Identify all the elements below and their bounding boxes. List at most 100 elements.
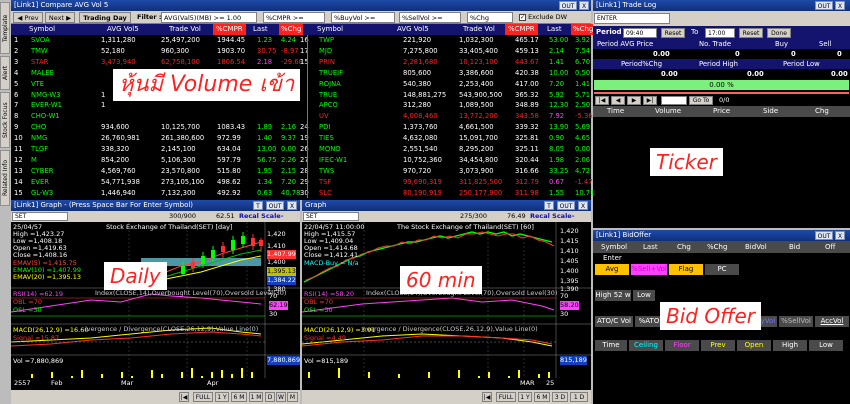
table-row[interactable]: 2 TMW 52,180 960,300 1903.70 30.75 -8.97 17 MJD 7… — [11, 45, 591, 57]
avg-vol-cell: 1,311,280 — [101, 36, 136, 44]
nav-d-left[interactable]: D — [265, 392, 275, 402]
table-row[interactable]: 10 NMG 26,760,981 261,380,600 972.99 1.40 9.37… — [11, 133, 591, 144]
col-cmpr-right[interactable]: %CMPR — [505, 24, 538, 35]
last-cell-right: 7.20 — [549, 79, 565, 88]
sidebar-tab-template[interactable]: Template — [0, 2, 10, 54]
col-last[interactable]: Last — [253, 24, 268, 35]
graph-left-t-button[interactable]: T — [253, 201, 263, 210]
col-symbol[interactable]: Symbol — [29, 24, 55, 35]
nav-1y-left[interactable]: 1 Y — [215, 392, 229, 402]
last-cell: 1.89 — [257, 123, 273, 132]
filter-expression-input[interactable]: AVG(Val5)(MB) >= 1.00 — [161, 12, 257, 23]
chg-filter-input[interactable]: %Chg — [467, 12, 513, 23]
trade-log-symbol-input[interactable]: ENTER — [594, 13, 670, 24]
col-trade-vol-right[interactable]: Trade Vol — [463, 24, 495, 35]
trade-vol-cell-right: 4,661,500 — [459, 123, 494, 132]
next-button[interactable]: Next ▶ — [45, 12, 75, 23]
table-row[interactable]: 9 CHO 934,600 10,125,700 1083.43 1.89 2.16 24 PD… — [11, 122, 591, 133]
chg-cell: -8.97 — [281, 46, 299, 55]
prev-button[interactable]: ◀ Prev — [13, 12, 43, 23]
trade-log-titlebar: [Link1] Trade Log OUT X — [593, 0, 850, 11]
trade-log-close-button[interactable]: X — [835, 1, 845, 10]
reset-from-button[interactable]: Reset — [661, 28, 685, 38]
table-row[interactable]: 3 STAR 3,473,940 62,758,100 1806.54 2.18 -29.6… — [11, 56, 591, 68]
buyvol-filter-input[interactable]: %BuyVol >= — [331, 12, 395, 23]
goto-button[interactable]: Go To — [689, 96, 713, 105]
nav-1m-left[interactable]: 1 M — [249, 392, 263, 402]
nav-m-left[interactable]: M — [287, 392, 298, 402]
nav-6m-mid[interactable]: 6 M — [534, 392, 550, 402]
table-row[interactable]: 15 GL-W3 1,446,940 7,132,300 492.92 0.63 40.78… — [11, 187, 594, 199]
prev-page-button[interactable]: ◀ — [611, 96, 625, 105]
symbol-cell-right: UV — [319, 112, 329, 121]
last-page-button[interactable]: ▶| — [643, 96, 657, 105]
graph-left-symbol-input[interactable]: SET — [12, 212, 68, 221]
sidebar-tab-alert[interactable]: Alert — [0, 56, 10, 90]
period-from-input[interactable]: 09:40 — [623, 28, 657, 38]
graph-mid-toolbar: SET 275/300 76.49 Recal Scale-Linear — [302, 211, 591, 231]
graph-mid-t-button[interactable]: T — [544, 201, 554, 210]
table-row[interactable]: 5 VTE ROJNA 540,380 2,253,400 417.00 7.20 1.41 — [11, 78, 591, 90]
col-chg[interactable]: %Chg — [279, 24, 304, 35]
first-page-button[interactable]: |◀ — [595, 96, 609, 105]
graph-mid-symbol-input[interactable]: SET — [303, 212, 359, 221]
nav-first-left[interactable]: |◀ — [179, 392, 189, 402]
page-number-input[interactable] — [661, 96, 687, 105]
chg-cell-right: 0.50 — [575, 68, 591, 77]
nav-first-mid[interactable]: |◀ — [482, 392, 492, 402]
row-index: 7 — [14, 101, 19, 110]
table-row[interactable]: 12 M 854,200 5,106,300 597.79 56.75 2.26 27 IFEC… — [11, 154, 591, 166]
nav-full-left[interactable]: FULL — [193, 392, 213, 402]
cmpr-filter-input[interactable]: %CMPR >= — [263, 12, 325, 23]
nav-1d-mid[interactable]: 1 D — [570, 392, 588, 402]
graph-mid-out-button[interactable]: OUT — [557, 201, 575, 210]
col-avg-vol5-right[interactable]: AVG Vol5 — [397, 24, 429, 35]
sidebar-tab-stock-focus[interactable]: Stock Focus — [0, 92, 10, 148]
graph-mid-close-button[interactable]: X — [578, 201, 588, 210]
nav-full-mid[interactable]: FULL — [496, 392, 516, 402]
compare-close-button[interactable]: X — [579, 1, 589, 10]
avg-vol-cell-right: 148,881,275 — [403, 90, 447, 99]
col-symbol-right[interactable]: Symbol — [317, 24, 343, 35]
table-row[interactable]: 8 CHO-W1 UV 4,008,460 13,772,200 343.58 7.92 -5… — [11, 111, 593, 123]
trading-day-selector[interactable]: Trading Day — [79, 12, 131, 23]
chg-cell: 2.15 — [281, 166, 297, 175]
nav-1y-mid[interactable]: 1 Y — [518, 392, 532, 402]
next-page-button[interactable]: ▶ — [627, 96, 641, 105]
last-cell: 1.23 — [257, 36, 273, 44]
table-row[interactable]: 7 EVER-W1 1 APCO 312,280 1,089,500 348.89 12.30… — [11, 100, 591, 112]
nav-6m-left[interactable]: 6 M — [231, 392, 247, 402]
exclude-dw-checkbox[interactable]: ✓ Exclude DW — [519, 12, 567, 23]
col-last-right[interactable]: Last — [547, 24, 562, 35]
col-avg-vol5[interactable]: AVG Vol5 — [107, 24, 139, 35]
symbol-cell: TLGF — [31, 145, 49, 153]
period-to-input[interactable]: 17:00 — [705, 28, 735, 38]
bid-offer-out-button[interactable]: OUT — [815, 231, 833, 240]
nav-w-left[interactable]: W — [276, 392, 286, 402]
compare-out-button[interactable]: OUT — [559, 1, 577, 10]
bid-offer-symbol-input[interactable]: Enter — [603, 253, 622, 264]
table-row[interactable]: 14 EVER 54,771,938 273,105,100 498.62 1.34 7.2… — [11, 176, 593, 188]
nav-3d-mid[interactable]: 3 D — [552, 392, 568, 402]
col-cmpr[interactable]: %CMPR — [213, 24, 246, 35]
col-trade-vol[interactable]: Trade Vol — [169, 24, 201, 35]
trade-vol-cell-right: 10,123,100 — [459, 57, 498, 66]
table-row[interactable]: 1 SVOA 1,311,280 25,497,200 1944.45 1.23 4.24 1… — [11, 35, 591, 46]
sidebar-tab-related-info[interactable]: Related Info — [0, 150, 10, 206]
table-row[interactable]: 4 MALEE TRUEIF 805,600 3,386,600 420.38 10.00 0… — [11, 67, 591, 79]
table-row[interactable]: 6 NMG-W3 1 TRUE 148,881,275 543,900,500 365.32… — [11, 89, 591, 101]
col-chg-right[interactable]: %Chg — [571, 24, 596, 35]
trade-log-out-button[interactable]: OUT — [815, 1, 833, 10]
sellvol-filter-input[interactable]: %SellVol >= — [399, 12, 461, 23]
reset-to-button[interactable]: Reset — [739, 28, 763, 38]
symbol-cell-right: IFEC-W1 — [319, 155, 348, 164]
graph-left-out-button[interactable]: OUT — [266, 201, 284, 210]
cmpr-cell-right: 325.81 — [515, 134, 539, 143]
avg-vol-cell-right: 2,551,540 — [403, 145, 438, 153]
graph-left-close-button[interactable]: X — [287, 201, 297, 210]
bid-offer-close-button[interactable]: X — [835, 231, 845, 240]
table-row[interactable]: 13 CYBER 4,569,760 23,570,800 515.80 1.95 2.15… — [11, 165, 591, 177]
table-row[interactable]: 11 TLGF 338,320 2,145,100 634.04 13.00 0.00 26 M… — [11, 144, 591, 155]
row-index: 2 — [14, 46, 19, 55]
done-button[interactable]: Done — [767, 28, 791, 38]
